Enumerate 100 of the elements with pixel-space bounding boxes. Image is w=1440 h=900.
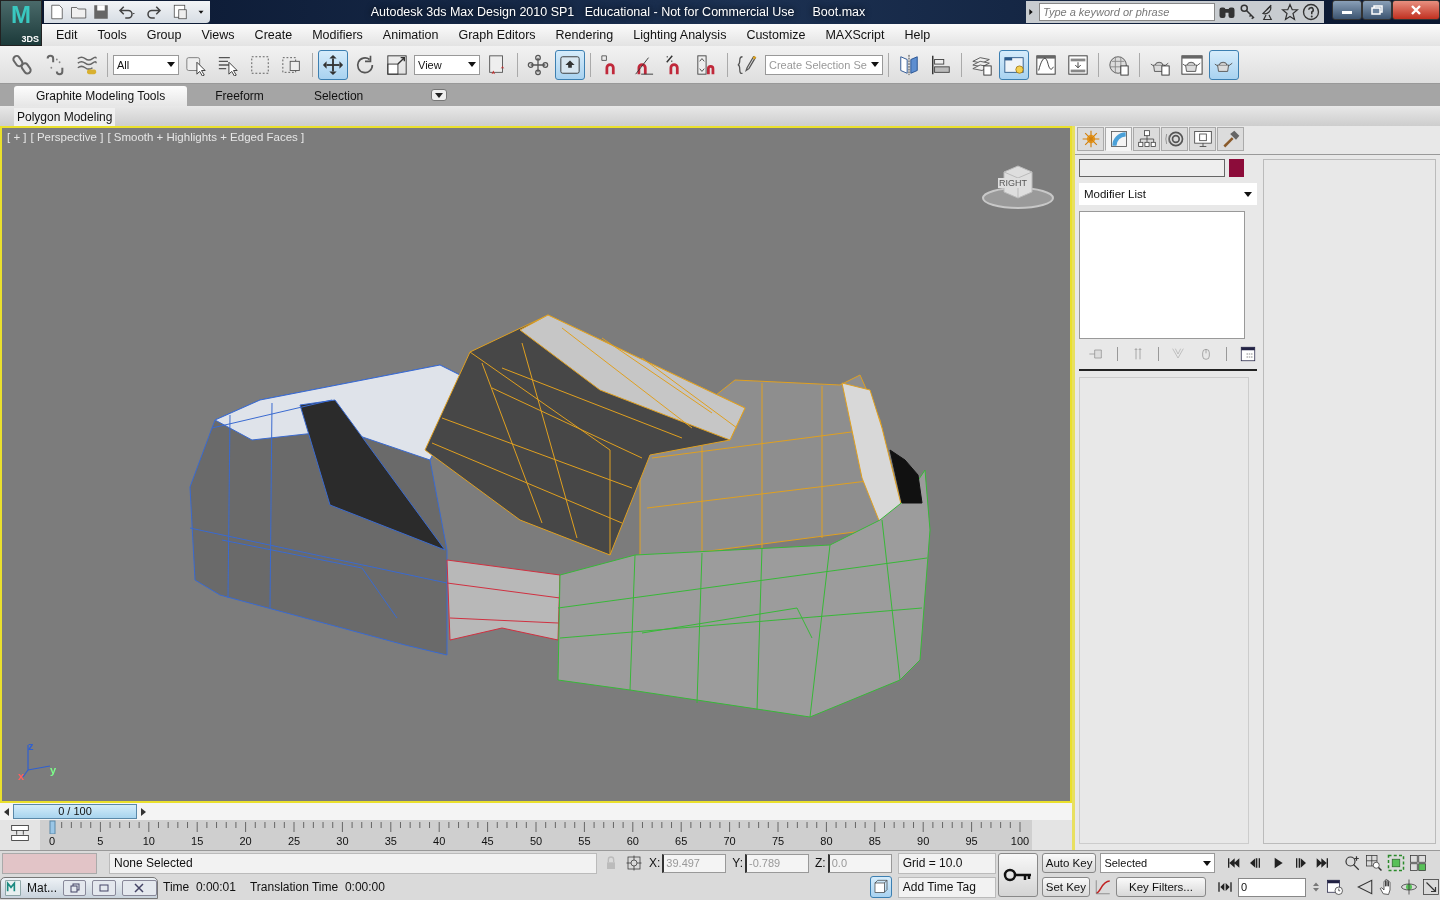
zoom-extents-all-icon[interactable] bbox=[1409, 854, 1428, 872]
time-slider-thumb[interactable]: 0 / 100 bbox=[13, 804, 137, 819]
menu-item[interactable]: Views bbox=[191, 28, 245, 42]
frame-number: 20 bbox=[239, 835, 252, 847]
orbit-icon[interactable] bbox=[1400, 878, 1418, 896]
selection-filter-dropdown[interactable]: All bbox=[113, 54, 179, 75]
ribbon-menu-button[interactable] bbox=[431, 89, 448, 101]
minimized-window-title: Mat... bbox=[27, 881, 57, 895]
menu-item[interactable]: Customize bbox=[736, 28, 816, 42]
ribbon-panel-tab[interactable]: Polygon Modeling bbox=[14, 108, 116, 126]
caret-icon[interactable] bbox=[435, 92, 444, 98]
key-mode-toggle-icon[interactable] bbox=[1216, 879, 1234, 895]
search-field[interactable]: Type a keyword or phrase bbox=[1039, 3, 1215, 21]
perspective-viewport[interactable]: [ + ] [ Perspective ] [ Smooth + Highlights + Edged Faces ] RIGHT z x y bbox=[0, 126, 1072, 803]
modifier-list-dropdown[interactable]: Modifier List bbox=[1079, 183, 1257, 205]
ribbon-tab[interactable]: Freeform bbox=[193, 86, 286, 106]
menu-item[interactable]: Edit bbox=[46, 28, 88, 42]
restore-button[interactable] bbox=[1362, 0, 1392, 20]
configure-sets-icon[interactable] bbox=[1239, 345, 1257, 363]
frame-number: 90 bbox=[917, 835, 930, 847]
minimized-window[interactable]: Mat... bbox=[0, 877, 158, 899]
set-keys-button[interactable] bbox=[997, 853, 1038, 897]
frame-number: 50 bbox=[529, 835, 543, 847]
file-name: Boot.max bbox=[812, 5, 866, 19]
app-logo-icon bbox=[5, 880, 21, 896]
close-button[interactable] bbox=[1392, 0, 1440, 20]
coordinate-system-dropdown[interactable]: View bbox=[414, 54, 480, 75]
field-of-view-icon[interactable] bbox=[1356, 878, 1374, 896]
auto-key-button[interactable]: Auto Key bbox=[1041, 853, 1097, 873]
menu-item[interactable]: Rendering bbox=[545, 28, 624, 42]
maximize-button[interactable] bbox=[92, 880, 116, 896]
save-icon[interactable] bbox=[92, 3, 110, 21]
menu-item[interactable]: Graph Editors bbox=[448, 28, 546, 42]
maximize-icon[interactable] bbox=[99, 884, 110, 892]
key-mode-dropdown[interactable]: Selected bbox=[1100, 853, 1216, 873]
frame-number: 30 bbox=[336, 835, 349, 847]
current-frame-field[interactable]: 0 bbox=[1238, 877, 1306, 897]
star-icon[interactable] bbox=[1281, 3, 1299, 21]
object-color-swatch[interactable] bbox=[1229, 159, 1244, 177]
menu-item[interactable]: Help bbox=[894, 28, 941, 42]
viewport-label[interactable]: [ + ] bbox=[7, 131, 27, 143]
key-icon[interactable] bbox=[1002, 867, 1033, 883]
coordinate-label: X: bbox=[649, 856, 661, 870]
view-cube-label[interactable]: RIGHT bbox=[998, 178, 1028, 188]
current-frame-marker[interactable] bbox=[49, 820, 56, 834]
menu-item[interactable]: Lighting Analysis bbox=[623, 28, 737, 42]
minimize-button[interactable] bbox=[1332, 0, 1362, 20]
frame-number: 10 bbox=[142, 835, 155, 847]
frame-number: 75 bbox=[771, 835, 785, 847]
frame-number: 25 bbox=[287, 835, 301, 847]
frame-number: 60 bbox=[626, 835, 639, 847]
frame-number: 100 bbox=[1010, 835, 1030, 847]
frame-number: 5 bbox=[97, 835, 104, 847]
close-button[interactable] bbox=[121, 880, 157, 896]
next-frame-arrow-icon[interactable] bbox=[141, 807, 146, 816]
restore-icon[interactable] bbox=[69, 883, 80, 893]
viewport-label[interactable]: [ Perspective ] bbox=[30, 131, 104, 143]
key-icon[interactable] bbox=[1239, 3, 1257, 21]
time-configuration-icon[interactable] bbox=[1326, 878, 1344, 896]
absolute-mode-icon[interactable] bbox=[625, 854, 643, 872]
frame-number: 95 bbox=[965, 835, 978, 847]
frame-number: 85 bbox=[868, 835, 881, 847]
ribbon-tab[interactable]: Selection bbox=[291, 86, 386, 106]
add-time-tag-field[interactable]: Add Time Tag bbox=[897, 876, 996, 898]
frame-number: 35 bbox=[384, 835, 397, 847]
axis-label: y bbox=[50, 764, 57, 776]
frame-number: 80 bbox=[820, 835, 833, 847]
ribbon-tab[interactable]: Graphite Modeling Tools bbox=[14, 86, 188, 106]
key-filters-button[interactable]: Key Filters... bbox=[1116, 877, 1206, 897]
status-prompt: Time 0:00:01 bbox=[163, 880, 236, 894]
application-menu-button[interactable]: M 3DS bbox=[0, 0, 42, 46]
menu-item[interactable]: Tools bbox=[87, 28, 137, 42]
close-icon[interactable] bbox=[134, 883, 145, 893]
track-bar-toggle-icon[interactable] bbox=[9, 823, 31, 843]
frame-number: 45 bbox=[481, 835, 494, 847]
frame-number: 65 bbox=[675, 835, 688, 847]
menu-item[interactable]: Create bbox=[244, 28, 303, 42]
status-prompt: Translation Time 0:00:00 bbox=[249, 880, 385, 894]
frame-number: 0 bbox=[48, 835, 56, 847]
menu-item[interactable]: Group bbox=[136, 28, 192, 42]
zoom-all-icon[interactable] bbox=[1365, 854, 1384, 872]
axis-label: z bbox=[28, 740, 34, 752]
coordinate-label: Y: bbox=[732, 856, 744, 870]
axis-label: x bbox=[18, 770, 25, 782]
menu-item[interactable]: Modifiers bbox=[302, 28, 373, 42]
zoom-icon[interactable] bbox=[1343, 854, 1362, 872]
new-file-icon[interactable] bbox=[48, 3, 66, 21]
object-name-field[interactable] bbox=[1079, 159, 1225, 177]
modifier-stack-list[interactable] bbox=[1079, 211, 1245, 339]
window-title: Autodesk 3ds Max Design 2010 SP1 Educational - Not for Commercial Use bbox=[370, 5, 795, 19]
timeline-ruler[interactable]: 0 5 10 15 20 25 30 35 40 45 50 55 60 65 70 75 80 85 90 95 100 bbox=[40, 820, 1032, 850]
curve-editor-icon[interactable] bbox=[1094, 878, 1112, 896]
help-icon[interactable] bbox=[1302, 3, 1320, 21]
restore-icon[interactable] bbox=[1371, 5, 1383, 15]
maximize-viewport-icon[interactable] bbox=[1422, 878, 1440, 896]
frame-number: 70 bbox=[723, 835, 736, 847]
frame-number: 15 bbox=[191, 835, 204, 847]
menu-item[interactable]: MAXScript bbox=[815, 28, 895, 42]
menu-item[interactable]: Animation bbox=[372, 28, 449, 42]
set-key-button[interactable]: Set Key bbox=[1041, 877, 1090, 897]
